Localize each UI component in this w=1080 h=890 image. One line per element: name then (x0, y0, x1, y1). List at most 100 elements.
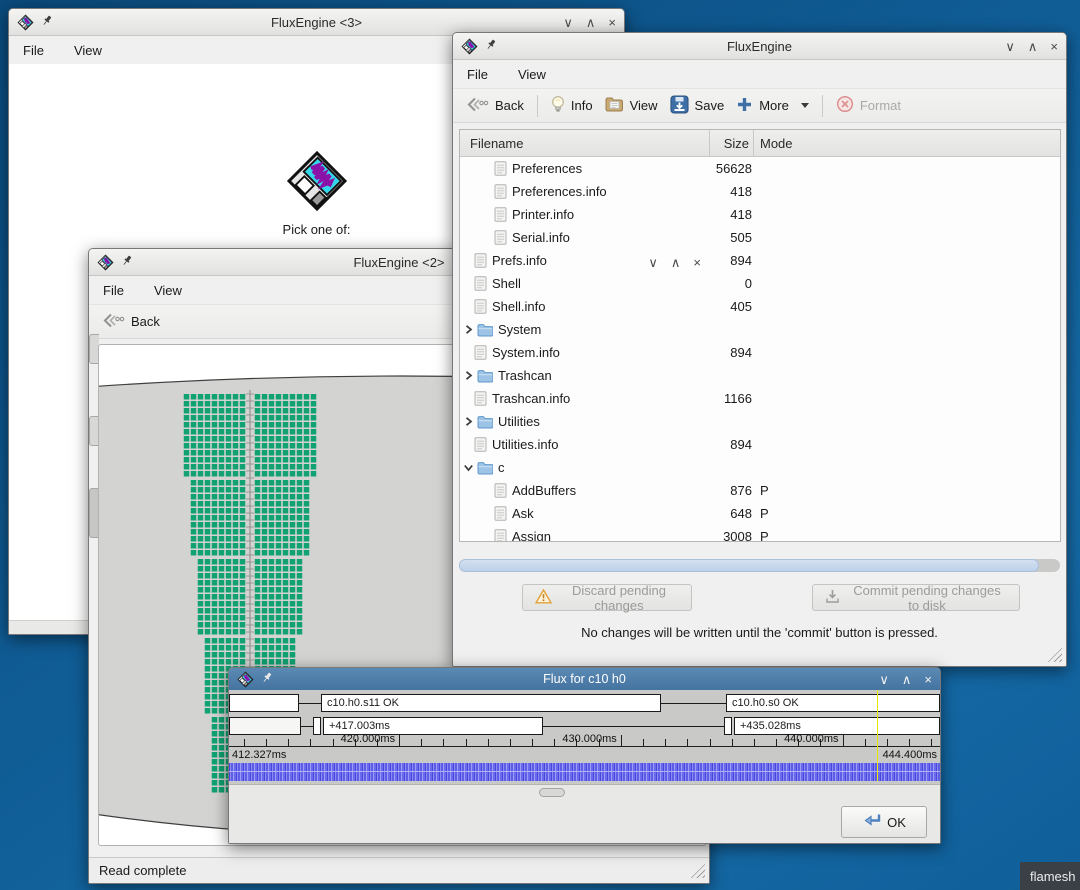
axis-minor-tick (510, 739, 511, 746)
resize-grip[interactable] (690, 863, 705, 878)
file-name: c (498, 460, 505, 475)
table-row[interactable]: System.info894 (460, 341, 1060, 364)
minimize-button[interactable]: ∨ (879, 673, 889, 686)
file-size: 3008 (710, 529, 754, 542)
table-row[interactable]: Shell.info405 (460, 295, 1060, 318)
maximize-button[interactable]: ∧ (1028, 40, 1038, 53)
maximize-button[interactable]: ∧ (586, 16, 596, 29)
file-name: Preferences (512, 161, 582, 176)
close-button[interactable]: × (924, 673, 932, 686)
discard-pending-changes-button[interactable]: Discard pending changes (522, 584, 692, 611)
close-button[interactable]: × (693, 256, 701, 269)
axis-minor-tick (421, 739, 422, 746)
flux-density-bar[interactable] (229, 763, 940, 781)
table-row[interactable]: Assign 3008P (460, 525, 1060, 542)
table-row[interactable]: Utilities.info894 (460, 433, 1060, 456)
connector-line (299, 703, 321, 704)
file-size: 648 (710, 506, 754, 521)
file-size: 418 (710, 184, 754, 199)
minimize-button[interactable]: ∨ (563, 16, 573, 29)
table-row[interactable]: Preferences.info418 (460, 180, 1060, 203)
minimize-button[interactable]: ∨ (1005, 40, 1015, 53)
info-button[interactable]: Info (545, 92, 599, 120)
titlebar[interactable]: FluxEngine ∨ ∧ × (453, 33, 1066, 60)
flameshot-label: flamesh (1020, 862, 1080, 890)
back-button[interactable]: Back (95, 308, 166, 336)
column-header-size[interactable]: Size (710, 130, 754, 156)
table-row[interactable]: Serial.info505 (460, 226, 1060, 249)
menu-file[interactable]: File (103, 283, 124, 298)
file-name: Assign (512, 529, 551, 542)
file-size: 894 (710, 253, 754, 268)
table-row[interactable]: System (460, 318, 1060, 341)
axis-start-label: 412.327ms (232, 749, 286, 761)
axis-major-label: 440.000ms (771, 733, 839, 745)
format-button[interactable]: Format (830, 92, 907, 120)
statusbar: Read complete (89, 857, 709, 883)
view-button[interactable]: View (599, 92, 664, 120)
file-name: System.info (492, 345, 560, 360)
menu-view[interactable]: View (74, 43, 102, 58)
close-button[interactable]: × (608, 16, 616, 29)
table-row[interactable]: Preferences 56628 (460, 157, 1060, 180)
maximize-button[interactable]: ∧ (671, 256, 681, 269)
fluxengine-logo-icon (285, 149, 349, 213)
file-size: 0 (710, 276, 754, 291)
connector-line (301, 726, 313, 727)
table-row[interactable]: Printer.info418 (460, 203, 1060, 226)
axis-minor-tick (488, 739, 489, 746)
back-icon (101, 312, 125, 332)
splitter-handle[interactable] (539, 788, 565, 797)
file-mode: P (754, 529, 1060, 542)
back-icon (465, 96, 489, 116)
pin-icon[interactable] (485, 38, 497, 54)
fluxengine-app-icon (97, 254, 114, 271)
pin-icon[interactable] (121, 254, 133, 270)
column-header-filename[interactable]: Filename (460, 130, 710, 156)
menu-file[interactable]: File (467, 67, 488, 82)
folder-open-icon (605, 96, 624, 115)
dropdown-caret-icon[interactable] (801, 103, 809, 108)
save-button[interactable]: Save (664, 92, 731, 120)
flux-bottom-panel: OK (229, 784, 940, 843)
column-header-mode[interactable]: Mode (754, 130, 1060, 156)
more-button[interactable]: More (730, 92, 815, 120)
resize-grip[interactable] (1047, 647, 1062, 662)
axis-minor-tick (266, 739, 267, 746)
table-row[interactable]: Trashcan.info1166 (460, 387, 1060, 410)
plus-icon (736, 96, 753, 116)
close-button[interactable]: × (1050, 40, 1058, 53)
window-flux-viewer: Flux for c10 h0 ∨ ∧ × c10.h0.s11 OKc10.h… (228, 667, 941, 844)
table-row[interactable]: c (460, 456, 1060, 479)
maximize-button[interactable]: ∧ (902, 673, 912, 686)
table-row[interactable]: Ask648P (460, 502, 1060, 525)
table-header[interactable]: Filename Size Mode (460, 130, 1060, 157)
table-row[interactable]: Trashcan (460, 364, 1060, 387)
discard-label: Discard pending changes (559, 583, 679, 613)
menu-view[interactable]: View (518, 67, 546, 82)
pin-icon[interactable] (41, 14, 53, 30)
table-row[interactable]: Utilities (460, 410, 1060, 433)
file-size: 876 (710, 483, 754, 498)
menu-view[interactable]: View (154, 283, 182, 298)
ok-button[interactable]: OK (841, 806, 927, 838)
file-table[interactable]: Filename Size Mode Preferences56628Prefe… (459, 129, 1061, 542)
pin-icon[interactable] (261, 671, 273, 687)
table-row[interactable]: Shell0 (460, 272, 1060, 295)
flux-view[interactable]: c10.h0.s11 OKc10.h0.s0 OK+417.003ms+435.… (229, 690, 940, 843)
commit-pending-changes-button[interactable]: Commit pending changes to disk (812, 584, 1020, 611)
minimize-button[interactable]: ∨ (648, 256, 658, 269)
scrollbar-thumb[interactable] (459, 559, 1039, 572)
file-name: Ask (512, 506, 534, 521)
back-button[interactable]: Back (459, 92, 530, 120)
menu-file[interactable]: File (23, 43, 44, 58)
connector-line (661, 703, 726, 704)
table-row[interactable]: Prefs.info894 (460, 249, 1060, 272)
info-label: Info (571, 98, 593, 113)
file-size: 56628 (710, 161, 754, 176)
titlebar[interactable]: Flux for c10 h0 ∨ ∧ × (229, 668, 940, 691)
horizontal-scrollbar[interactable] (459, 559, 1060, 572)
axis-major-tick (843, 735, 844, 746)
desktop: FluxEngine <3> ∨ ∧ × File View Pick one … (0, 0, 1080, 890)
table-row[interactable]: AddBuffers876P (460, 479, 1060, 502)
